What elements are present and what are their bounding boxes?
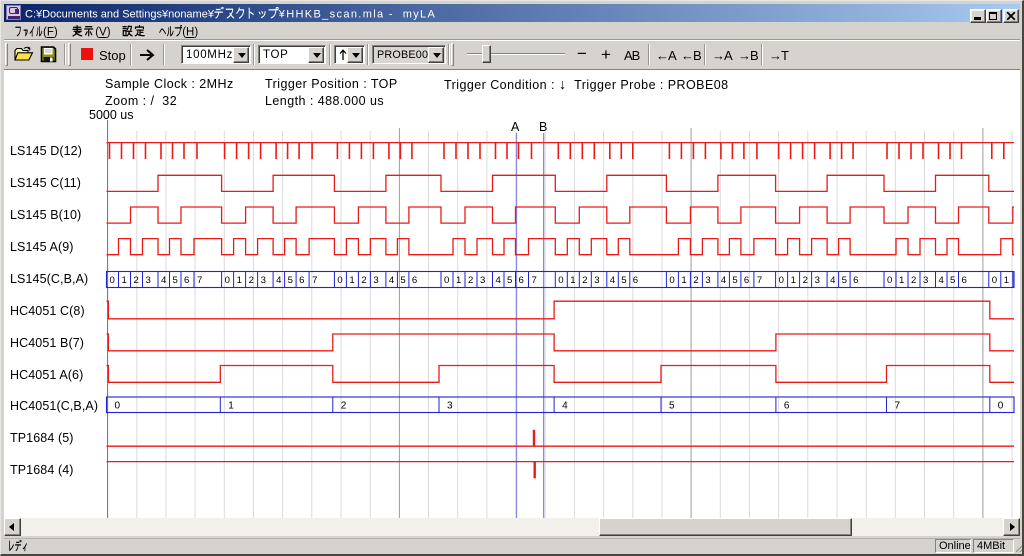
svg-text:2: 2 xyxy=(693,275,698,286)
svg-text:1: 1 xyxy=(237,275,242,286)
svg-text:0: 0 xyxy=(337,275,342,286)
svg-text:7: 7 xyxy=(895,400,901,411)
svg-text:0: 0 xyxy=(225,275,230,286)
svg-text:1: 1 xyxy=(791,275,796,286)
svg-text:0: 0 xyxy=(110,275,115,286)
svg-text:6: 6 xyxy=(633,275,638,286)
svg-text:1: 1 xyxy=(349,275,354,286)
svg-text:6: 6 xyxy=(184,275,189,286)
svg-text:3: 3 xyxy=(146,275,151,286)
svg-text:1: 1 xyxy=(570,275,575,286)
svg-text:3: 3 xyxy=(705,275,710,286)
svg-text:6: 6 xyxy=(744,275,749,286)
svg-text:5: 5 xyxy=(507,275,512,286)
svg-text:4: 4 xyxy=(161,275,167,286)
svg-text:1: 1 xyxy=(228,400,234,411)
svg-text:0: 0 xyxy=(779,275,784,286)
svg-text:4: 4 xyxy=(276,275,282,286)
svg-text:3: 3 xyxy=(261,275,266,286)
svg-text:4: 4 xyxy=(610,275,616,286)
svg-text:0: 0 xyxy=(887,275,892,286)
svg-text:3: 3 xyxy=(373,275,378,286)
svg-text:2: 2 xyxy=(249,275,254,286)
svg-text:1: 1 xyxy=(681,275,686,286)
svg-text:2: 2 xyxy=(468,275,473,286)
svg-text:1: 1 xyxy=(899,275,904,286)
svg-text:1: 1 xyxy=(456,275,461,286)
svg-text:2: 2 xyxy=(341,400,347,411)
svg-text:0: 0 xyxy=(992,275,997,286)
svg-text:5: 5 xyxy=(842,275,847,286)
svg-text:7: 7 xyxy=(312,275,317,286)
svg-text:2: 2 xyxy=(361,275,366,286)
svg-text:1: 1 xyxy=(1004,275,1009,286)
svg-text:6: 6 xyxy=(784,400,790,411)
svg-text:4: 4 xyxy=(389,275,395,286)
svg-text:3: 3 xyxy=(923,275,928,286)
svg-text:6: 6 xyxy=(412,275,417,286)
svg-text:3: 3 xyxy=(447,400,453,411)
svg-text:6: 6 xyxy=(299,275,304,286)
svg-text:6: 6 xyxy=(519,275,524,286)
svg-text:7: 7 xyxy=(197,275,202,286)
svg-text:5: 5 xyxy=(400,275,405,286)
svg-text:5: 5 xyxy=(669,400,675,411)
svg-text:0: 0 xyxy=(669,275,674,286)
svg-text:0: 0 xyxy=(998,400,1004,411)
svg-text:2: 2 xyxy=(582,275,587,286)
svg-text:4: 4 xyxy=(830,275,836,286)
svg-text:7: 7 xyxy=(757,275,762,286)
svg-text:7: 7 xyxy=(532,275,537,286)
svg-text:4: 4 xyxy=(562,400,568,411)
svg-text:5: 5 xyxy=(173,275,178,286)
svg-text:6: 6 xyxy=(962,275,967,286)
svg-text:4: 4 xyxy=(721,275,727,286)
svg-text:5: 5 xyxy=(950,275,955,286)
svg-text:2: 2 xyxy=(803,275,808,286)
svg-text:5: 5 xyxy=(621,275,626,286)
svg-text:0: 0 xyxy=(558,275,563,286)
svg-text:2: 2 xyxy=(134,275,139,286)
svg-text:4: 4 xyxy=(496,275,502,286)
svg-text:4: 4 xyxy=(939,275,945,286)
svg-text:5: 5 xyxy=(732,275,737,286)
svg-text:0: 0 xyxy=(444,275,449,286)
svg-text:0: 0 xyxy=(115,400,121,411)
svg-text:6: 6 xyxy=(853,275,858,286)
svg-text:2: 2 xyxy=(911,275,916,286)
svg-text:1: 1 xyxy=(122,275,127,286)
svg-text:5: 5 xyxy=(288,275,293,286)
svg-text:3: 3 xyxy=(594,275,599,286)
svg-text:3: 3 xyxy=(815,275,820,286)
svg-text:3: 3 xyxy=(480,275,485,286)
